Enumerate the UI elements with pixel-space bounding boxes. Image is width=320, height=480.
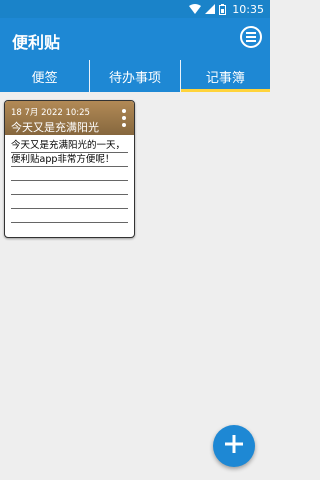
tab-notes[interactable]: 便签 xyxy=(0,60,89,92)
tab-label: 记事簿 xyxy=(205,70,245,86)
note-title: 今天又是充满阳光 xyxy=(11,121,99,134)
battery-icon xyxy=(219,3,227,15)
tab-label: 待办事项 xyxy=(108,70,161,86)
app-bar: 便利贴 xyxy=(0,18,270,60)
more-vertical-icon[interactable] xyxy=(122,109,126,127)
note-body: 今天又是充满阳光的一天，便利贴app非常方便呢！ xyxy=(11,139,128,235)
app-title: 便利贴 xyxy=(12,33,61,52)
wifi-icon xyxy=(189,4,202,14)
menu-icon[interactable] xyxy=(240,26,262,48)
plus-icon xyxy=(223,433,245,459)
note-header: 18 7月 2022 10:25 今天又是充满阳光 xyxy=(5,101,134,135)
note-date: 18 7月 2022 10:25 xyxy=(11,108,90,118)
note-card[interactable]: 18 7月 2022 10:25 今天又是充满阳光 今天又是充满阳光的一天，便利… xyxy=(4,100,135,238)
signal-icon xyxy=(205,4,216,14)
status-bar: 10:35 xyxy=(0,0,270,18)
tab-notebook[interactable]: 记事簿 xyxy=(179,60,271,92)
tab-bar: 便签 待办事项 记事簿 xyxy=(0,60,271,92)
status-time: 10:35 xyxy=(232,2,264,16)
add-note-button[interactable] xyxy=(213,425,255,467)
tab-label: 便签 xyxy=(31,70,58,86)
tab-todo[interactable]: 待办事项 xyxy=(89,60,179,92)
